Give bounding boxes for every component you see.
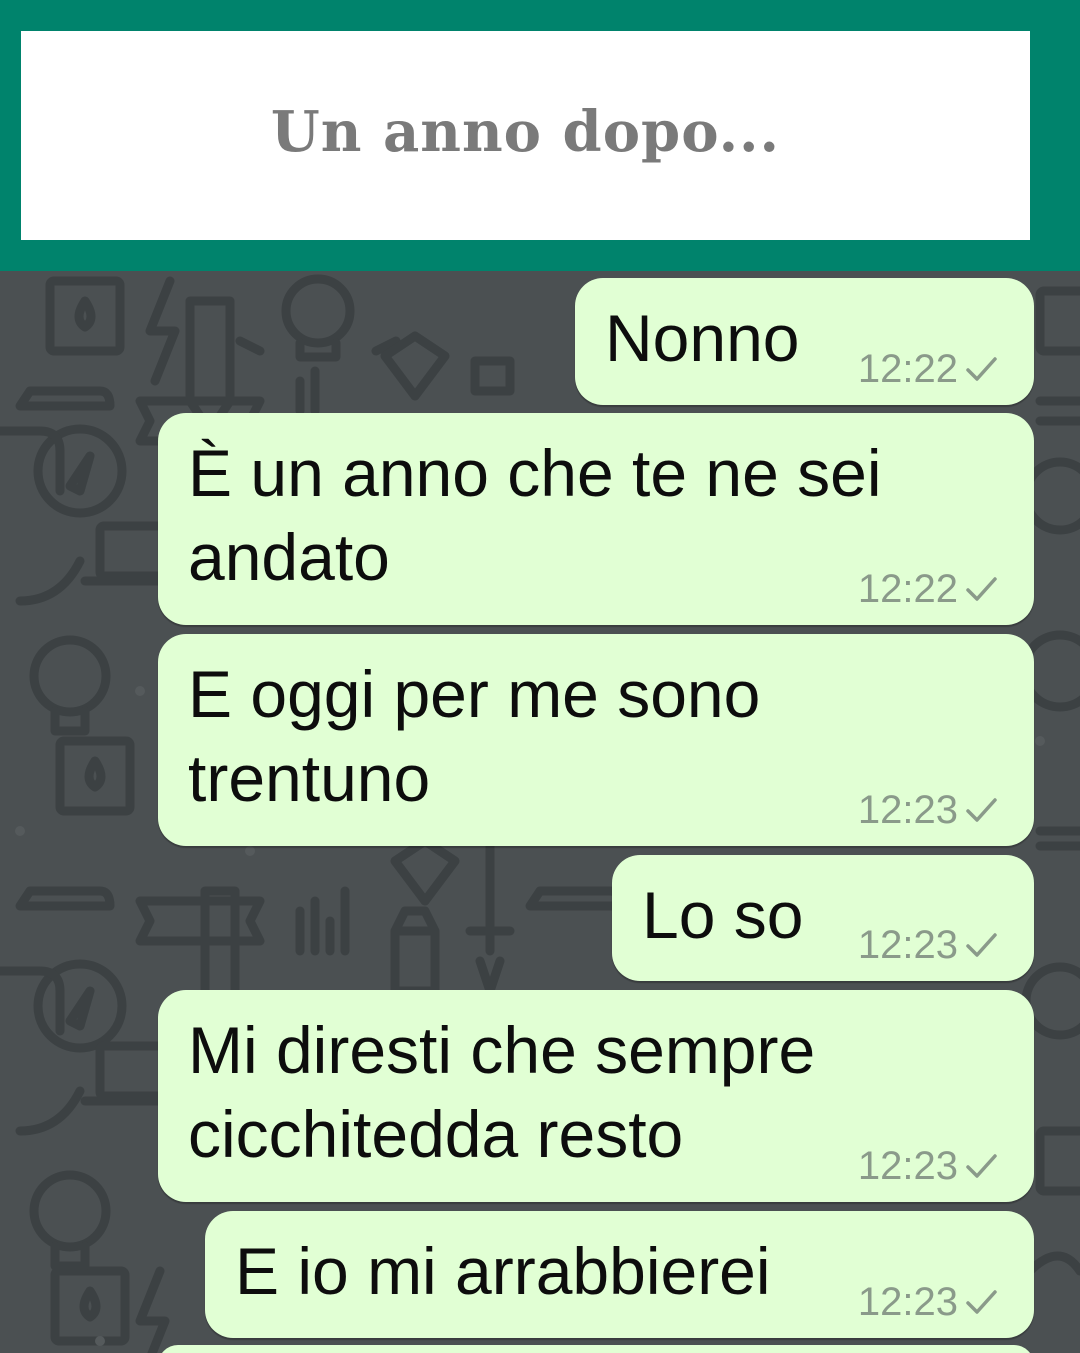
message-time: 12:23 (857, 1280, 958, 1324)
message-bubble[interactable]: E io mi arrabbierei 12:23 (205, 1211, 1034, 1338)
message-text: È un anno che te ne sei andato (188, 431, 882, 599)
sent-check-icon (966, 1154, 997, 1178)
message-text-line: cicchitedda resto (188, 1097, 684, 1171)
message-text-line: Mi diresti che sempre (188, 1013, 816, 1087)
message-bubble-partial[interactable] (158, 1345, 1034, 1353)
message-text: E io mi arrabbierei (235, 1234, 771, 1308)
sent-check-icon (966, 577, 997, 601)
message-meta: 12:23 (858, 1280, 998, 1324)
message-bubble[interactable]: Nonno 12:22 (575, 278, 1034, 405)
title-card: Un anno dopo... (21, 31, 1030, 240)
message-bubble[interactable]: Mi diresti che sempre cicchitedda resto … (158, 990, 1034, 1202)
message-time: 12:22 (857, 567, 958, 611)
message-text-line: andato (188, 520, 390, 594)
message-text: Lo so (642, 878, 804, 952)
sent-check-icon (966, 798, 997, 822)
sent-check-icon (966, 357, 997, 381)
message-text: Nonno (605, 301, 800, 375)
header-band: Un anno dopo... (0, 0, 1080, 271)
sent-check-icon (966, 933, 997, 957)
message-bubble[interactable]: Lo so 12:23 (612, 855, 1034, 981)
message-text-line: E oggi per me sono (188, 657, 761, 731)
message-meta: 12:22 (858, 347, 998, 391)
message-text: Mi diresti che sempre cicchitedda resto (188, 1008, 815, 1176)
sent-check-icon (966, 1290, 997, 1314)
message-meta: 12:22 (858, 567, 998, 611)
message-meta: 12:23 (858, 788, 998, 832)
message-text: E oggi per me sono trentuno (188, 652, 760, 820)
message-time: 12:23 (857, 923, 958, 967)
message-text-line: trentuno (188, 741, 431, 815)
message-bubble[interactable]: E oggi per me sono trentuno 12:23 (158, 634, 1034, 846)
message-time: 12:22 (857, 347, 958, 391)
message-bubble[interactable]: È un anno che te ne sei andato 12:22 (158, 413, 1034, 625)
message-meta: 12:23 (858, 1144, 998, 1188)
message-time: 12:23 (857, 788, 958, 832)
message-time: 12:23 (857, 1144, 958, 1188)
chat-area[interactable]: Nonno 12:22 È un anno che te ne sei anda… (0, 271, 1080, 1353)
message-meta: 12:23 (858, 923, 998, 967)
message-text-line: È un anno che te ne sei (188, 436, 882, 510)
page-title: Un anno dopo... (270, 98, 781, 165)
